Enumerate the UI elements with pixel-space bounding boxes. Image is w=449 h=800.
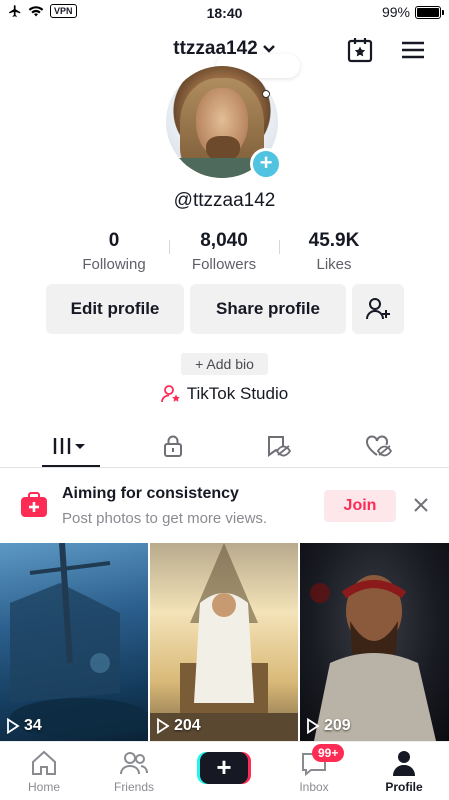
status-dot	[262, 90, 270, 98]
throne-art	[150, 543, 298, 741]
tab-videos[interactable]	[40, 426, 100, 466]
battery-fill	[417, 7, 439, 17]
banner-title: Aiming for consistency	[62, 485, 239, 502]
bottom-nav: Home Friends + Inbox Profile	[0, 741, 449, 800]
share-profile-button[interactable]: Share profile	[190, 284, 346, 334]
stat-following[interactable]: 0 Following	[59, 230, 169, 273]
create-button[interactable]: +	[200, 752, 248, 784]
nav-home[interactable]: Home	[4, 748, 84, 794]
inbox-badge: 99+	[312, 744, 345, 762]
following-count: 0	[108, 230, 120, 251]
consistency-banner: Aiming for consistency Post photos to ge…	[0, 470, 449, 542]
shipwreck-art	[10, 543, 148, 738]
stat-followers[interactable]: 8,040 Followers	[169, 230, 279, 273]
tiktok-studio-link[interactable]: TikTok Studio	[0, 384, 449, 404]
views-count: 34	[24, 717, 42, 734]
nav-profile-label: Profile	[385, 780, 423, 794]
edit-profile-button[interactable]: Edit profile	[46, 284, 184, 334]
bookmark-eye-icon	[268, 436, 291, 457]
nav-inbox-label: Inbox	[299, 780, 329, 794]
play-icon	[307, 718, 320, 734]
add-avatar-button[interactable]: +	[250, 148, 282, 180]
content-tabs	[0, 426, 449, 468]
crown-of-thorns-art	[310, 575, 436, 741]
home-icon	[32, 750, 56, 775]
friends-icon	[120, 752, 148, 775]
close-icon[interactable]	[410, 494, 432, 516]
status-bar: VPN 18:40 99%	[0, 0, 449, 26]
tab-saved[interactable]	[248, 426, 308, 466]
video-thumbnail[interactable]: 204	[150, 543, 298, 741]
profile-actions: Edit profile Share profile	[0, 284, 449, 334]
grid-videos-icon	[53, 438, 85, 454]
lock-icon	[164, 435, 182, 457]
following-label: Following	[82, 256, 146, 273]
tab-indicator	[42, 465, 100, 467]
video-views: 204	[156, 717, 201, 735]
stat-likes[interactable]: 45.9K Likes	[279, 230, 389, 273]
avatar-area: +	[166, 54, 300, 180]
tab-liked[interactable]	[349, 426, 409, 466]
hamburger-menu-icon[interactable]	[399, 36, 427, 64]
nav-friends[interactable]: Friends	[94, 748, 174, 794]
briefcase-plus-icon	[21, 492, 47, 517]
play-icon	[7, 718, 20, 734]
followers-count: 8,040	[200, 230, 248, 251]
profile-stats: 0 Following 8,040 Followers 45.9K Likes	[0, 230, 449, 276]
nav-friends-label: Friends	[113, 780, 154, 794]
play-icon	[157, 718, 170, 734]
join-button[interactable]: Join	[324, 490, 396, 522]
video-views: 209	[306, 717, 351, 735]
views-count: 209	[324, 717, 351, 734]
video-views: 34	[6, 717, 42, 735]
add-user-icon	[366, 298, 390, 320]
nav-profile[interactable]: Profile	[364, 748, 444, 794]
add-friend-button[interactable]	[352, 284, 404, 334]
video-grid: 34 204 209	[0, 543, 449, 741]
calendar-star-icon[interactable]	[346, 36, 374, 64]
status-right: 99%	[381, 4, 444, 20]
tab-private[interactable]	[143, 426, 203, 466]
followers-label: Followers	[191, 256, 257, 273]
heart-eye-icon	[366, 435, 393, 457]
profile-icon	[393, 751, 415, 776]
banner-subtitle: Post photos to get more views.	[62, 510, 268, 527]
nav-home-label: Home	[27, 780, 60, 794]
views-count: 204	[174, 717, 201, 734]
add-bio-button[interactable]: + Add bio	[181, 353, 268, 375]
studio-label: TikTok Studio	[186, 384, 289, 403]
person-star-icon	[160, 385, 180, 403]
likes-label: Likes	[316, 256, 352, 273]
profile-handle: @ttzzaa142	[173, 190, 276, 211]
video-thumbnail[interactable]: 209	[300, 543, 449, 741]
likes-count: 45.9K	[308, 230, 360, 251]
battery-icon	[415, 5, 444, 19]
battery-percent: 99%	[381, 4, 410, 20]
chevron-down-icon	[262, 45, 275, 53]
video-thumbnail[interactable]: 34	[0, 543, 148, 741]
